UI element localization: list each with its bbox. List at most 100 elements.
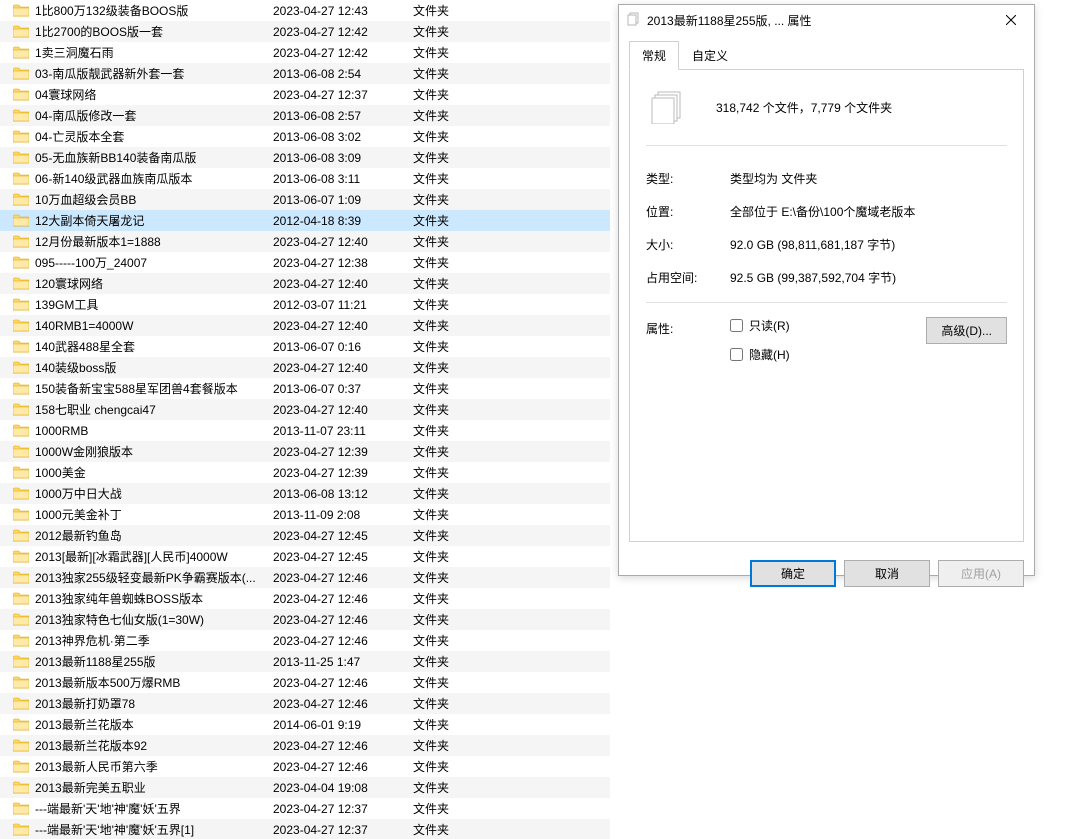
advanced-button[interactable]: 高级(D)... xyxy=(926,317,1007,344)
folder-icon xyxy=(13,298,29,311)
folder-icon xyxy=(13,445,29,458)
folder-icon xyxy=(13,592,29,605)
file-date: 2023-04-27 12:46 xyxy=(273,571,413,585)
file-date: 2023-04-27 12:46 xyxy=(273,592,413,606)
tab-custom[interactable]: 自定义 xyxy=(679,41,741,70)
file-row[interactable]: 2013最新兰花版本922023-04-27 12:46文件夹 xyxy=(0,735,610,756)
file-row[interactable]: 10万血超级会员BB2013-06-07 1:09文件夹 xyxy=(0,189,610,210)
file-name: 2013独家纯年兽蜘蛛BOSS版本 xyxy=(35,590,273,607)
file-row[interactable]: 2013独家255级轻变最新PK争霸赛版本(...2023-04-27 12:4… xyxy=(0,567,610,588)
file-name: 1卖三洞魔石雨 xyxy=(35,44,273,61)
file-type: 文件夹 xyxy=(413,464,610,481)
file-row[interactable]: 2013独家特色七仙女版(1=30W)2023-04-27 12:46文件夹 xyxy=(0,609,610,630)
dialog-titlebar[interactable]: 2013最新1188星255版, ... 属性 xyxy=(619,5,1034,35)
file-row[interactable]: 2013最新完美五职业2023-04-04 19:08文件夹 xyxy=(0,777,610,798)
file-row[interactable]: 04寰球网络2023-04-27 12:37文件夹 xyxy=(0,84,610,105)
location-value: 全部位于 E:\备份\100个魔域老版本 xyxy=(730,203,1007,220)
file-type: 文件夹 xyxy=(413,233,610,250)
hidden-checkbox[interactable] xyxy=(730,348,743,361)
file-row[interactable]: 05-无血族新BB140装备南瓜版2013-06-08 3:09文件夹 xyxy=(0,147,610,168)
file-row[interactable]: 1比800万132级装备BOOS版2023-04-27 12:43文件夹 xyxy=(0,0,610,21)
file-row[interactable]: 2013独家纯年兽蜘蛛BOSS版本2023-04-27 12:46文件夹 xyxy=(0,588,610,609)
file-row[interactable]: 1000美金2023-04-27 12:39文件夹 xyxy=(0,462,610,483)
file-row[interactable]: 140RMB1=4000W2023-04-27 12:40文件夹 xyxy=(0,315,610,336)
file-date: 2013-06-08 3:09 xyxy=(273,151,413,165)
file-row[interactable]: 2013[最新][冰霜武器][人民币]4000W2023-04-27 12:45… xyxy=(0,546,610,567)
file-date: 2023-04-27 12:46 xyxy=(273,613,413,627)
folder-icon xyxy=(13,571,29,584)
file-row[interactable]: 1000W金刚狼版本2023-04-27 12:39文件夹 xyxy=(0,441,610,462)
file-type: 文件夹 xyxy=(413,212,610,229)
size-value: 92.0 GB (98,811,681,187 字节) xyxy=(730,236,1007,253)
file-list[interactable]: 1比800万132级装备BOOS版2023-04-27 12:43文件夹1比27… xyxy=(0,0,610,839)
file-date: 2012-04-18 8:39 xyxy=(273,214,413,228)
file-type: 文件夹 xyxy=(413,359,610,376)
file-name: 2013[最新][冰霜武器][人民币]4000W xyxy=(35,548,273,565)
file-row[interactable]: 2013最新1188星255版2013-11-25 1:47文件夹 xyxy=(0,651,610,672)
location-label: 位置: xyxy=(646,203,730,220)
file-date: 2023-04-27 12:37 xyxy=(273,823,413,837)
file-type: 文件夹 xyxy=(413,275,610,292)
cancel-button[interactable]: 取消 xyxy=(844,560,930,587)
file-type: 文件夹 xyxy=(413,86,610,103)
file-row[interactable]: 1000万中日大战2013-06-08 13:12文件夹 xyxy=(0,483,610,504)
folder-icon xyxy=(13,550,29,563)
file-row[interactable]: 2013最新版本500万爆RMB2023-04-27 12:46文件夹 xyxy=(0,672,610,693)
file-row[interactable]: 140装级boss版2023-04-27 12:40文件夹 xyxy=(0,357,610,378)
file-row[interactable]: 1卖三洞魔石雨2023-04-27 12:42文件夹 xyxy=(0,42,610,63)
file-name: 12大副本倚天屠龙记 xyxy=(35,212,273,229)
file-row[interactable]: 1比2700的BOOS版一套2023-04-27 12:42文件夹 xyxy=(0,21,610,42)
folder-icon xyxy=(13,25,29,38)
file-name: 05-无血族新BB140装备南瓜版 xyxy=(35,149,273,166)
file-row[interactable]: 2013最新人民币第六季2023-04-27 12:46文件夹 xyxy=(0,756,610,777)
file-name: 1000美金 xyxy=(35,464,273,481)
attr-label: 属性: xyxy=(646,317,730,337)
file-type: 文件夹 xyxy=(413,107,610,124)
file-row[interactable]: 2013神界危机·第二季2023-04-27 12:46文件夹 xyxy=(0,630,610,651)
file-type: 文件夹 xyxy=(413,422,610,439)
file-row[interactable]: 1000RMB2013-11-07 23:11文件夹 xyxy=(0,420,610,441)
file-name: 095-----100万_24007 xyxy=(35,254,273,271)
file-name: 04寰球网络 xyxy=(35,86,273,103)
folder-icon xyxy=(13,4,29,17)
folder-icon xyxy=(13,151,29,164)
readonly-checkbox[interactable] xyxy=(730,319,743,332)
close-button[interactable] xyxy=(988,5,1034,35)
file-type: 文件夹 xyxy=(413,254,610,271)
folder-icon xyxy=(13,655,29,668)
file-row[interactable]: 2013最新打奶罩782023-04-27 12:46文件夹 xyxy=(0,693,610,714)
file-row[interactable]: 095-----100万_240072023-04-27 12:38文件夹 xyxy=(0,252,610,273)
file-date: 2023-04-27 12:45 xyxy=(273,529,413,543)
file-name: 2013最新完美五职业 xyxy=(35,779,273,796)
file-row[interactable]: 150装备新宝宝588星军团兽4套餐版本2013-06-07 0:37文件夹 xyxy=(0,378,610,399)
file-type: 文件夹 xyxy=(413,653,610,670)
file-row[interactable]: 03-南瓜版靓武器新外套一套2013-06-08 2:54文件夹 xyxy=(0,63,610,84)
file-row[interactable]: 120寰球网络2023-04-27 12:40文件夹 xyxy=(0,273,610,294)
folder-icon xyxy=(13,403,29,416)
folder-icon xyxy=(13,340,29,353)
file-row[interactable]: 158七职业 chengcai472023-04-27 12:40文件夹 xyxy=(0,399,610,420)
file-row[interactable]: 04-亡灵版本全套2013-06-08 3:02文件夹 xyxy=(0,126,610,147)
file-row[interactable]: 06-新140级武器血族南瓜版本2013-06-08 3:11文件夹 xyxy=(0,168,610,189)
file-date: 2013-06-08 3:02 xyxy=(273,130,413,144)
file-row[interactable]: 1000元美金补丁2013-11-09 2:08文件夹 xyxy=(0,504,610,525)
ok-button[interactable]: 确定 xyxy=(750,560,836,587)
file-row[interactable]: 12月份最新版本1=18882023-04-27 12:40文件夹 xyxy=(0,231,610,252)
file-row[interactable]: 04-南瓜版修改一套2013-06-08 2:57文件夹 xyxy=(0,105,610,126)
type-label: 类型: xyxy=(646,170,730,187)
file-row[interactable]: 139GM工具2012-03-07 11:21文件夹 xyxy=(0,294,610,315)
file-row[interactable]: ---端最新'天'地'神'魔'妖'五界[1]2023-04-27 12:37文件… xyxy=(0,819,610,839)
file-row[interactable]: 2013最新兰花版本2014-06-01 9:19文件夹 xyxy=(0,714,610,735)
dialog-title: 2013最新1188星255版, ... 属性 xyxy=(647,12,988,29)
file-type: 文件夹 xyxy=(413,44,610,61)
readonly-check[interactable]: 只读(R) xyxy=(730,317,926,334)
file-type: 文件夹 xyxy=(413,695,610,712)
tab-general[interactable]: 常规 xyxy=(629,41,679,70)
apply-button[interactable]: 应用(A) xyxy=(938,560,1024,587)
file-row[interactable]: ---端最新'天'地'神'魔'妖'五界2023-04-27 12:37文件夹 xyxy=(0,798,610,819)
hidden-check[interactable]: 隐藏(H) xyxy=(730,346,926,363)
file-row[interactable]: 2012最新钓鱼岛2023-04-27 12:45文件夹 xyxy=(0,525,610,546)
file-row[interactable]: 140武器488星全套2013-06-07 0:16文件夹 xyxy=(0,336,610,357)
file-row[interactable]: 12大副本倚天屠龙记2012-04-18 8:39文件夹 xyxy=(0,210,610,231)
file-type: 文件夹 xyxy=(413,737,610,754)
